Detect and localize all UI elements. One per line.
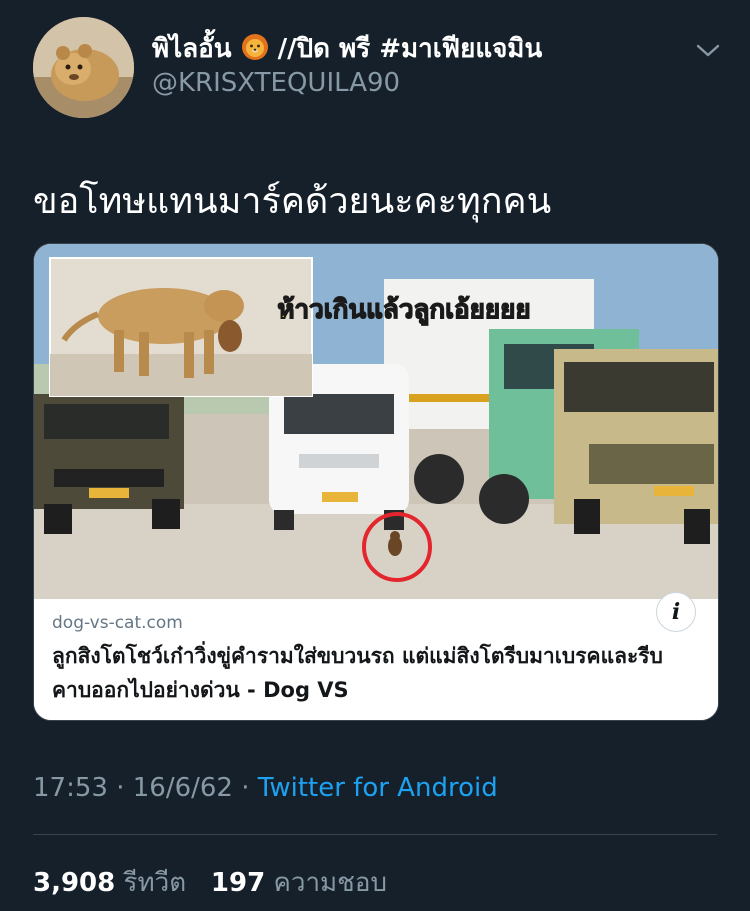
card-info[interactable]: i dog-vs-cat.com ลูกสิงโตโชว์เก๋าวิ่งขู่… [34,592,718,720]
meta-separator-2: · [241,773,250,803]
author-name-line[interactable]: พิไลอั้น //ปิด พรี #มาเฟียแจมิน [152,28,542,69]
tweet-client-link[interactable]: Twitter for Android [258,773,498,803]
info-icon[interactable]: i [656,592,696,632]
tweet-meta: 17:53 · 16/6/62 · Twitter for Android [33,773,498,803]
author-name-suffix: //ปิด พรี #มาเฟียแจมิน [277,34,543,64]
card-domain: dog-vs-cat.com [52,613,183,633]
retweet-label: รีทวีต [123,868,187,898]
link-card[interactable]: ห้าวเกินแล้วลูกเอ้ยยยย i dog-vs-cat.com … [33,243,719,721]
like-count-link[interactable]: 197 ความชอบ [211,868,387,898]
retweet-count-link[interactable]: 3,908 รีทวีต [33,868,194,898]
like-label: ความชอบ [273,868,387,898]
tweet-time: 17:53 [33,773,108,803]
retweet-count: 3,908 [33,868,116,898]
tweet-text: ขอโทษแทนมาร์คด้วยนะคะทุกคน [33,181,552,222]
card-title: ลูกสิงโตโชว์เก๋าวิ่งขู่คำรามใส่ขบวนรถ แต… [52,644,663,702]
card-image-caption: ห้าวเกินแล้วลูกเอ้ยยยย [277,295,530,326]
tweet-date: 16/6/62 [132,773,233,803]
meta-separator: · [116,773,125,803]
chevron-down-icon[interactable] [693,36,723,66]
author-name: พิไลอั้น [152,34,232,64]
lion-face-icon [241,33,269,68]
divider [33,834,717,835]
author-handle[interactable]: @KRISXTEQUILA90 [152,68,400,98]
card-image[interactable]: ห้าวเกินแล้วลูกเอ้ยยยย [34,244,718,599]
avatar[interactable] [33,17,134,118]
like-count: 197 [210,868,266,898]
tweet-stats: 3,908 รีทวีต 197 ความชอบ [33,862,387,903]
lion-cub-avatar-image [33,17,134,118]
